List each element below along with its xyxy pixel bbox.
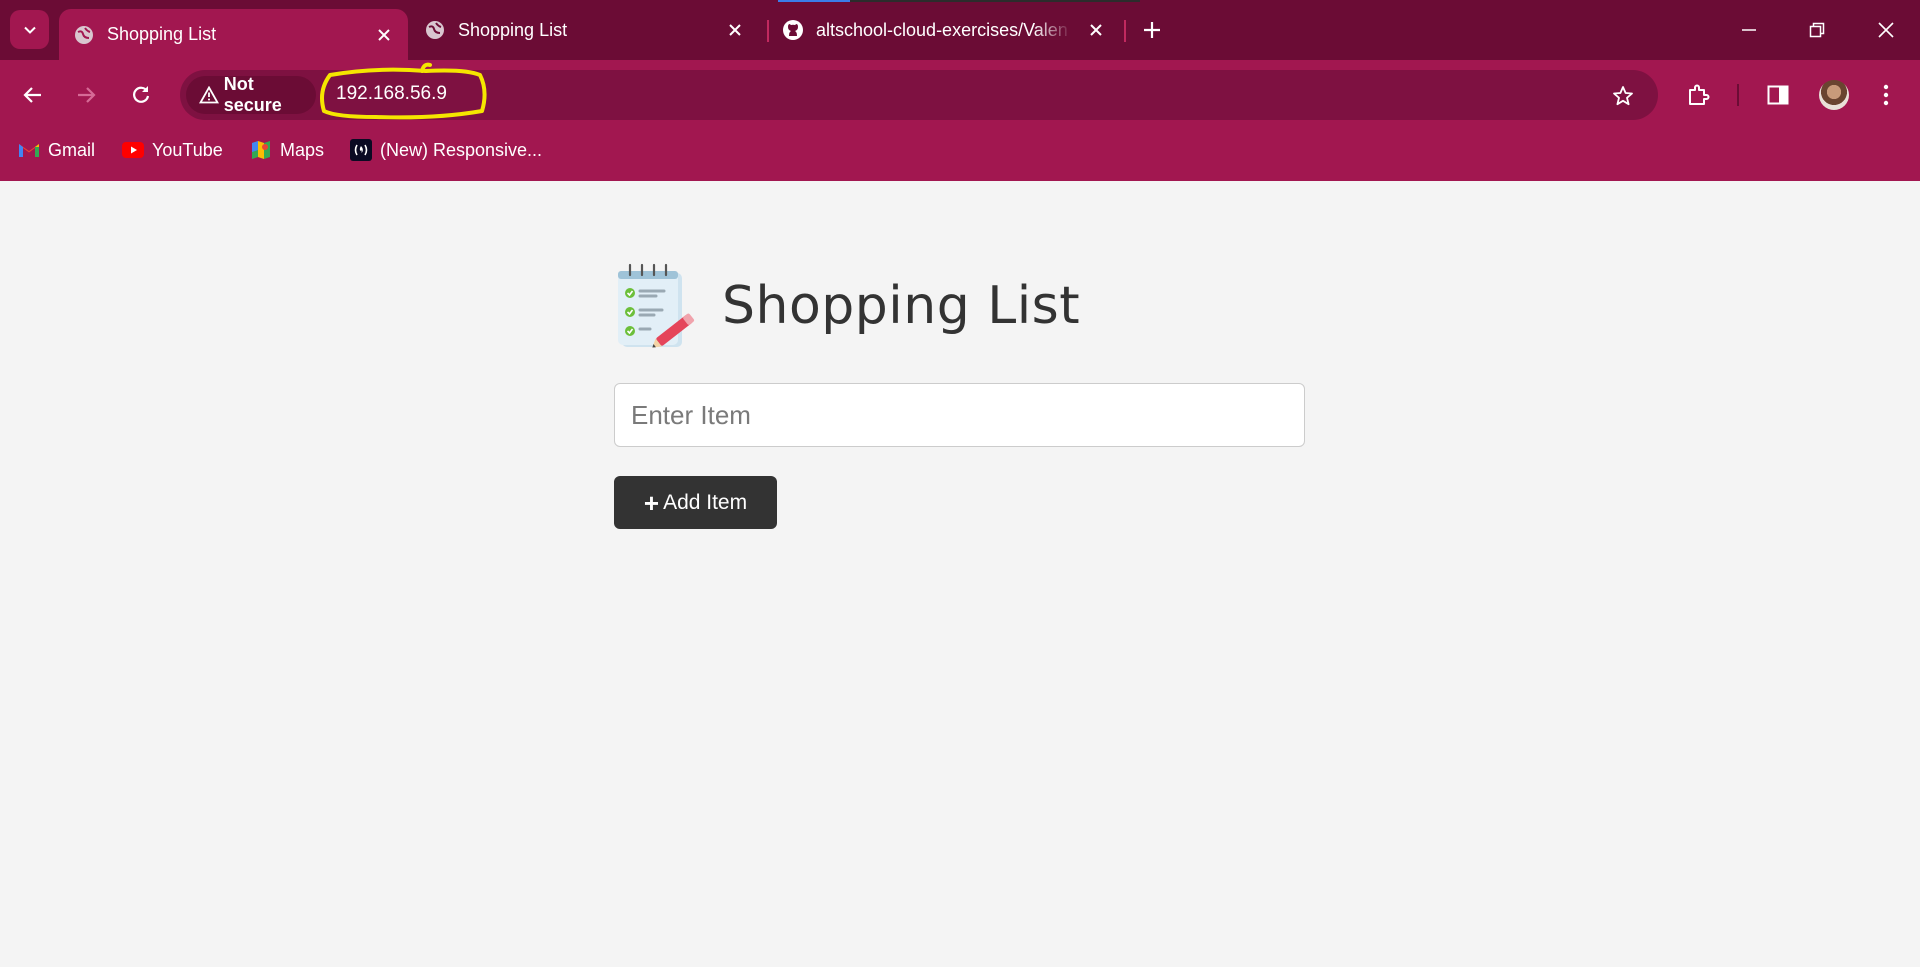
add-item-button[interactable]: + Add Item [614, 476, 777, 529]
bookmark-star-button[interactable] [1606, 79, 1640, 113]
tab-shopping-list[interactable]: Shopping List [410, 0, 759, 60]
close-icon [1877, 22, 1894, 38]
add-item-label: Add Item [663, 490, 748, 514]
close-tab-icon[interactable] [372, 23, 396, 47]
plus-icon [1144, 22, 1160, 38]
toolbar-divider [1737, 84, 1739, 106]
bookmark-label: Maps [280, 139, 325, 160]
tab-strip: Shopping List Shopping List altschool-cl… [0, 0, 1920, 60]
minimize-button[interactable] [1714, 0, 1783, 60]
bookmark-gmail[interactable]: Gmail [18, 134, 95, 166]
bookmark-youtube[interactable]: YouTube [122, 134, 223, 166]
youtube-icon [122, 139, 144, 161]
plus-icon: + [643, 487, 660, 518]
app-header: Shopping List [614, 261, 1080, 351]
tab-title: altschool-cloud-exercises/Valen [816, 19, 1068, 40]
minimize-icon [1741, 29, 1756, 31]
tab-title: Shopping List [107, 24, 217, 44]
freecodecamp-icon [350, 139, 372, 161]
tab-title: Shopping List [458, 19, 568, 40]
page-title: Shopping List [722, 276, 1081, 336]
reload-icon [133, 86, 150, 103]
restore-button[interactable] [1782, 0, 1851, 60]
reload-button[interactable] [124, 78, 158, 112]
maps-icon [250, 139, 272, 161]
globe-icon [73, 24, 95, 46]
kebab-menu-icon [1883, 84, 1889, 106]
close-tab-icon[interactable] [723, 18, 747, 42]
warning-icon [194, 86, 224, 104]
star-icon [1613, 86, 1633, 106]
side-panel-icon [1767, 85, 1789, 105]
restore-icon [1809, 22, 1824, 38]
puzzle-icon [1689, 84, 1710, 105]
profile-avatar[interactable] [1819, 80, 1849, 110]
bookmark-label: (New) Responsive... [380, 139, 543, 160]
site-security-chip[interactable]: Not secure [186, 74, 316, 115]
extensions-button[interactable] [1681, 78, 1715, 112]
bookmark-maps[interactable]: Maps [250, 134, 324, 166]
back-button[interactable] [16, 78, 50, 112]
tab-shopping-list-active[interactable]: Shopping List [59, 9, 408, 60]
bookmarks-bar: Gmail YouTube Maps (New) Responsive... [0, 134, 1920, 166]
menu-button[interactable] [1869, 78, 1903, 112]
notepad-checklist-icon [618, 263, 695, 348]
chevron-down-icon [23, 26, 36, 34]
highlight-annotation [320, 62, 487, 120]
side-panel-button[interactable] [1761, 78, 1795, 112]
item-input[interactable] [614, 383, 1305, 447]
gmail-icon [18, 139, 40, 161]
new-tab-button[interactable] [1136, 12, 1168, 48]
close-tab-icon[interactable] [1084, 18, 1108, 42]
close-window-button[interactable] [1851, 0, 1920, 60]
bookmark-label: YouTube [152, 139, 223, 160]
tab-github[interactable]: altschool-cloud-exercises/Valen [768, 0, 1120, 60]
tab-loading-bar [778, 0, 1140, 2]
arrow-left-icon [23, 87, 41, 103]
bookmark-label: Gmail [48, 139, 96, 160]
browser-chrome: Shopping List Shopping List altschool-cl… [0, 0, 1920, 181]
github-icon [782, 19, 804, 41]
bookmark-responsive[interactable]: (New) Responsive... [350, 134, 542, 166]
tab-separator [1124, 20, 1126, 42]
globe-icon [424, 19, 446, 41]
security-label: Not secure [223, 74, 282, 115]
forward-button[interactable] [69, 78, 103, 112]
arrow-right-icon [78, 87, 96, 103]
page-content: Shopping List + Add Item [0, 181, 1920, 967]
tab-search-button[interactable] [10, 10, 49, 49]
